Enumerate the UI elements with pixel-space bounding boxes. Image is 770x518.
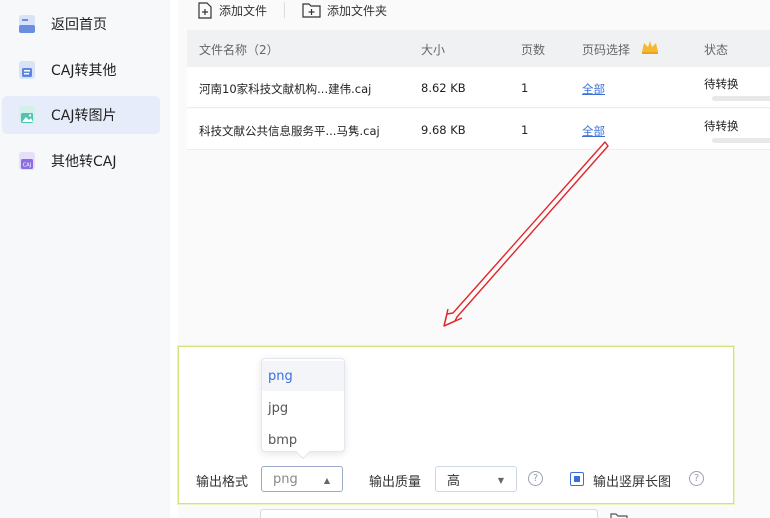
output-format-value: png [273, 471, 298, 487]
output-directory-row [178, 506, 770, 518]
caret-up-icon: ▲ [323, 476, 330, 485]
long-image-checkbox[interactable] [570, 472, 584, 486]
format-option-jpg[interactable]: jpg [262, 393, 344, 423]
output-format-select[interactable]: png ▲ [261, 466, 343, 492]
format-option-png[interactable]: png [262, 361, 344, 391]
output-format-label: 输出格式 [196, 475, 249, 490]
long-image-help-icon[interactable]: ? [689, 471, 704, 486]
output-quality-select[interactable]: 高 ▼ [435, 466, 517, 492]
output-format-dropdown: png jpg bmp [261, 358, 345, 460]
output-path-field[interactable] [260, 509, 598, 518]
quality-help-icon[interactable]: ? [528, 471, 543, 486]
caret-down-icon: ▼ [497, 476, 504, 485]
long-image-label: 输出竖屏长图 [593, 475, 672, 490]
output-quality-label: 输出质量 [369, 475, 422, 490]
folder-icon[interactable] [610, 511, 628, 518]
output-quality-value: 高 [447, 473, 461, 489]
